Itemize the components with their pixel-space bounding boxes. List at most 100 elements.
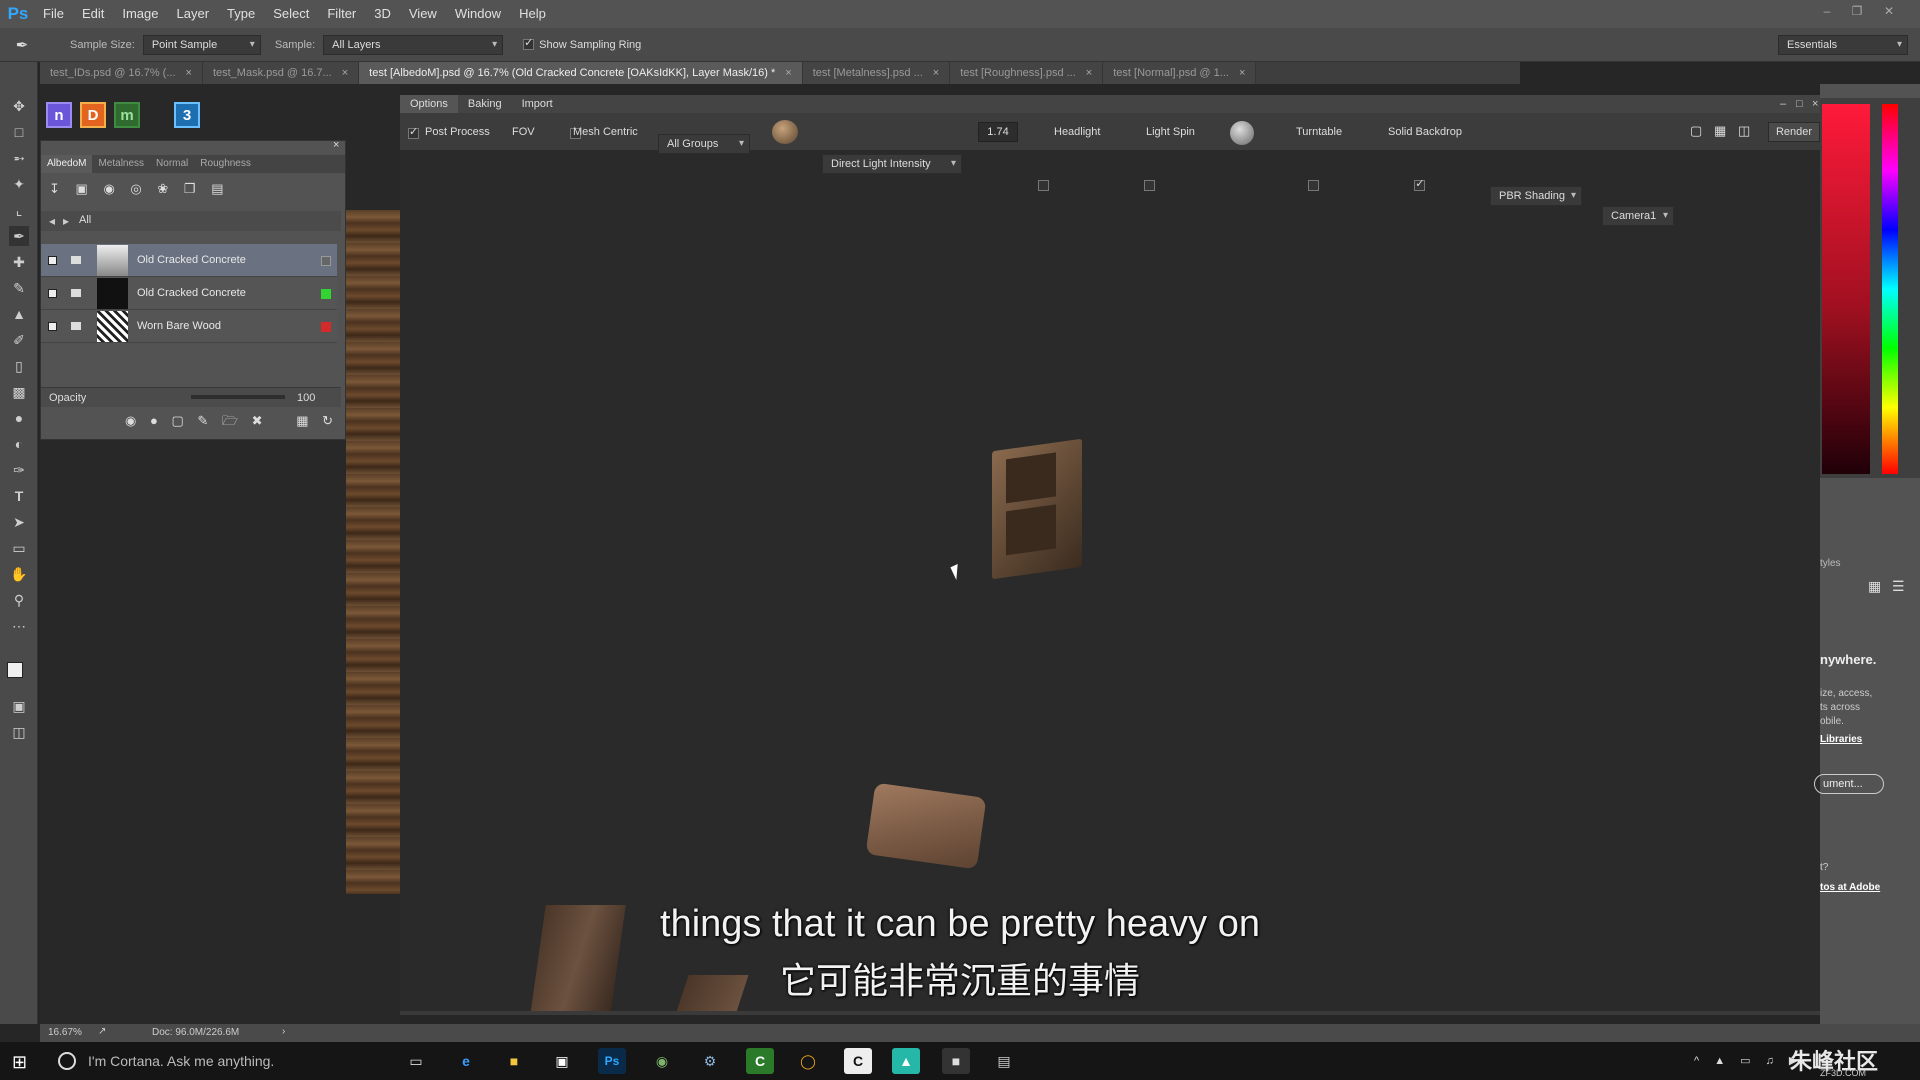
show-sampling-ring-checkbox[interactable] [523, 36, 535, 50]
eyedropper-icon[interactable]: ✒ [9, 226, 29, 246]
move-tool-icon[interactable]: ✥ [9, 96, 29, 116]
new-material-icon[interactable]: ◉ [125, 413, 136, 428]
refresh-icon[interactable]: ↻ [322, 413, 333, 428]
menu-layer[interactable]: Layer [168, 0, 219, 28]
add-material-icon[interactable]: ▣ [76, 181, 88, 196]
clone-stamp-icon[interactable]: ▲ [9, 304, 29, 324]
steam-icon[interactable]: ⚙ [696, 1048, 724, 1074]
app-c-icon[interactable]: C [746, 1048, 774, 1074]
headlight-label[interactable]: Headlight [1054, 126, 1100, 138]
visibility-toggle[interactable] [48, 256, 57, 265]
tab-albedo[interactable]: AlbedoM [41, 155, 93, 173]
tab-roughness[interactable]: Roughness [194, 155, 257, 173]
post-process-checkbox[interactable] [408, 125, 419, 139]
layer-row[interactable]: Worn Bare Wood [41, 310, 337, 343]
list-view-icon[interactable]: ☰ [1892, 578, 1905, 595]
turntable-checkbox[interactable] [1308, 179, 1320, 191]
brush-tool-icon[interactable]: ✎ [9, 278, 29, 298]
render-button[interactable]: Render [1768, 122, 1820, 142]
restore-icon[interactable]: ❐ [1844, 0, 1870, 22]
close-icon[interactable]: ✕ [1876, 0, 1902, 22]
effect-icon[interactable]: ❀ [157, 181, 168, 196]
ddo-plugin-icon[interactable]: D [80, 102, 106, 128]
opacity-value[interactable]: 100 [297, 392, 315, 404]
minimize-icon[interactable]: – [1814, 0, 1840, 22]
trash-icon[interactable]: ✖ [252, 413, 263, 428]
3do-plugin-icon[interactable]: 3 [174, 102, 200, 128]
groups-select[interactable]: All Groups [658, 134, 750, 154]
tab-import[interactable]: Import [512, 95, 563, 113]
edge-icon[interactable]: e [452, 1048, 480, 1074]
menu-3d[interactable]: 3D [365, 0, 400, 28]
history-brush-icon[interactable]: ✐ [9, 330, 29, 350]
shading-select[interactable]: PBR Shading [1490, 186, 1582, 206]
doc-tab-metalness[interactable]: test [Metalness].psd ... × [802, 62, 951, 84]
libraries-link[interactable]: Libraries [1820, 734, 1862, 745]
windows-start-icon[interactable]: ⊞ [12, 1052, 27, 1073]
export-icon[interactable]: ↧ [49, 181, 60, 196]
foreground-color-swatch[interactable] [7, 662, 23, 678]
doc-tab-normal[interactable]: test [Normal].psd @ 1... × [1103, 62, 1257, 84]
app-printer-icon[interactable]: ▤ [990, 1048, 1018, 1074]
export-icon[interactable]: ↗ [98, 1026, 106, 1037]
color-field[interactable] [1822, 104, 1870, 474]
dodge-tool-icon[interactable]: ◐ [9, 434, 29, 454]
app-teal-icon[interactable]: ▲ [892, 1048, 920, 1074]
styles-tab[interactable]: tyles [1820, 558, 1841, 569]
add-mask-icon[interactable]: ◉ [103, 181, 114, 196]
close-tab-icon[interactable]: × [933, 67, 939, 79]
hand-tool-icon[interactable]: ✋ [9, 564, 29, 584]
duplicate-icon[interactable]: ❐ [184, 181, 196, 196]
layer-row[interactable]: Old Cracked Concrete [41, 277, 337, 310]
doc-tab-albedo[interactable]: test [AlbedoM].psd @ 16.7% (Old Cracked … [359, 62, 803, 84]
group-icon[interactable]: ▤ [211, 181, 223, 196]
doc-tab-roughness[interactable]: test [Roughness].psd ... × [950, 62, 1104, 84]
camera-select[interactable]: Camera1 [1602, 206, 1674, 226]
forward-icon[interactable]: ▸ [63, 214, 69, 228]
close-tab-icon[interactable]: × [186, 67, 192, 79]
close-tab-icon[interactable]: × [1239, 67, 1245, 79]
marquee-tool-icon[interactable]: □ [9, 122, 29, 142]
rectangle-tool-icon[interactable]: ▭ [9, 538, 29, 558]
menu-view[interactable]: View [400, 0, 446, 28]
post-process-label[interactable]: Post Process [425, 126, 490, 138]
menu-image[interactable]: Image [113, 0, 167, 28]
mdo-plugin-icon[interactable]: m [114, 102, 140, 128]
magic-wand-tool-icon[interactable]: ✦ [9, 174, 29, 194]
eraser-tool-icon[interactable]: ▯ [9, 356, 29, 376]
eyedropper-tool-icon[interactable]: ✒ [0, 36, 44, 54]
system-tray-icons[interactable]: ^ ▲ ▭ ♫ ▶ [1694, 1054, 1803, 1067]
cortana-search-input[interactable]: I'm Cortana. Ask me anything. [88, 1053, 274, 1069]
close-tab-icon[interactable]: × [785, 67, 791, 79]
close-tab-icon[interactable]: × [1086, 67, 1092, 79]
light-mode-select[interactable]: Direct Light Intensity [822, 154, 962, 174]
headlight-checkbox[interactable] [1038, 179, 1049, 191]
photoshop-taskbar-icon[interactable]: Ps [598, 1048, 626, 1074]
menu-window[interactable]: Window [446, 0, 510, 28]
save-icon[interactable]: ▦ [1714, 123, 1726, 139]
solid-backdrop-checkbox[interactable] [1414, 177, 1426, 191]
solid-backdrop-label[interactable]: Solid Backdrop [1388, 126, 1462, 138]
opacity-slider[interactable] [191, 395, 285, 399]
visibility-toggle[interactable] [48, 289, 57, 298]
menu-select[interactable]: Select [264, 0, 318, 28]
ndo-plugin-icon[interactable]: n [46, 102, 72, 128]
folder-add-icon[interactable]: 🗁 [222, 413, 238, 428]
tab-baking[interactable]: Baking [458, 95, 512, 113]
quick-mask-icon[interactable]: ▣ [9, 696, 29, 716]
zoom-tool-icon[interactable]: ⚲ [9, 590, 29, 610]
adobe-stock-link[interactable]: tos at Adobe [1820, 882, 1880, 893]
trash-icon[interactable]: ◫ [1738, 123, 1750, 139]
more-tools-icon[interactable]: ⋯ [9, 616, 29, 636]
workspace-select[interactable]: Essentials [1778, 35, 1908, 55]
viewport-scrollbar[interactable] [400, 1011, 1820, 1015]
layer-row[interactable]: Old Cracked Concrete [41, 244, 337, 277]
pen-tool-icon[interactable]: ✑ [9, 460, 29, 480]
path-selection-icon[interactable]: ➤ [9, 512, 29, 532]
menu-filter[interactable]: Filter [318, 0, 365, 28]
app-icon[interactable]: ◉ [648, 1048, 676, 1074]
status-arrow-icon[interactable]: › [282, 1026, 285, 1037]
app-dark-icon[interactable]: ■ [942, 1048, 970, 1074]
doc-tab-ids[interactable]: test_IDs.psd @ 16.7% (... × [40, 62, 203, 84]
grid-view-icon[interactable]: ▦ [1868, 578, 1881, 595]
